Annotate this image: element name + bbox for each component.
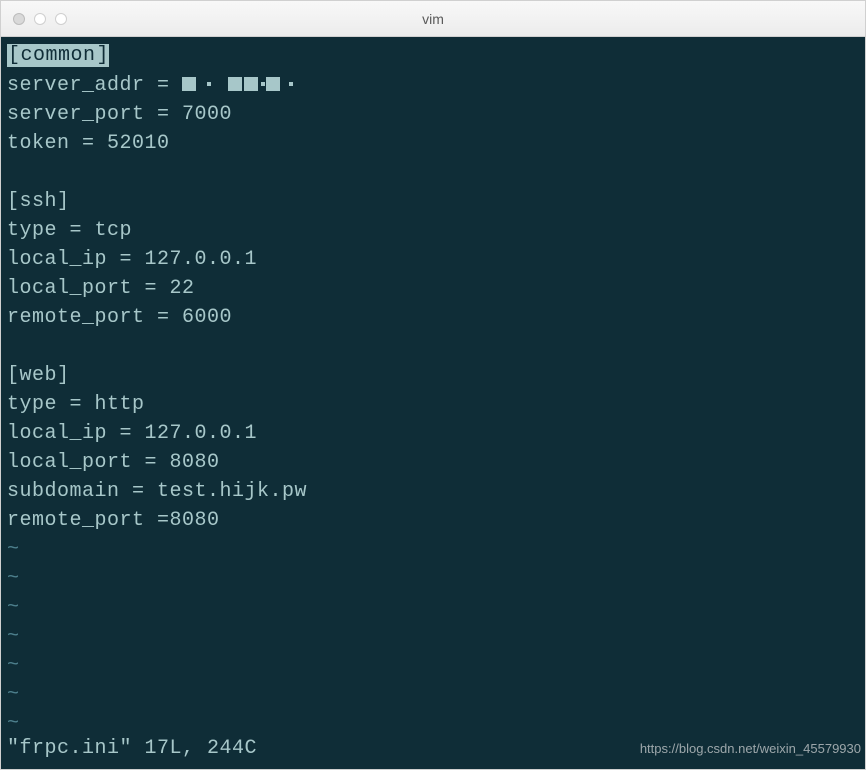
config-line: local_ip = 127.0.0.1 <box>7 245 859 274</box>
config-line: local_ip = 127.0.0.1 <box>7 419 859 448</box>
status-filename: "frpc.ini" 17L, 244C <box>7 734 257 763</box>
server-addr-key: server_addr = <box>7 74 182 97</box>
terminal-content[interactable]: [common] server_addr = server_port = 700… <box>1 37 865 769</box>
empty-line-tilde: ~ <box>7 593 859 622</box>
config-line: server_port = 7000 <box>7 100 859 129</box>
empty-line-tilde: ~ <box>7 564 859 593</box>
config-line: subdomain = test.hijk.pw <box>7 477 859 506</box>
empty-line-tilde: ~ <box>7 680 859 709</box>
config-line: type = tcp <box>7 216 859 245</box>
minimize-icon[interactable] <box>34 13 46 25</box>
config-line: local_port = 8080 <box>7 448 859 477</box>
section-common-label: [common <box>7 44 97 67</box>
obscured-ip <box>182 70 294 99</box>
cursor: ] <box>97 44 110 67</box>
titlebar[interactable]: vim <box>1 1 865 37</box>
watermark: https://blog.csdn.net/weixin_45579930 <box>640 734 861 763</box>
config-line: remote_port = 6000 <box>7 303 859 332</box>
empty-line-tilde: ~ <box>7 622 859 651</box>
blank-line <box>7 158 859 187</box>
section-header-common: [common] <box>7 41 859 70</box>
config-line: server_addr = <box>7 70 859 100</box>
empty-line-tilde: ~ <box>7 535 859 564</box>
config-line: local_port = 22 <box>7 274 859 303</box>
section-header-ssh: [ssh] <box>7 187 859 216</box>
window-title: vim <box>422 11 444 27</box>
blank-line <box>7 332 859 361</box>
config-line: remote_port =8080 <box>7 506 859 535</box>
maximize-icon[interactable] <box>55 13 67 25</box>
empty-line-tilde: ~ <box>7 651 859 680</box>
section-header-web: [web] <box>7 361 859 390</box>
config-line: type = http <box>7 390 859 419</box>
close-icon[interactable] <box>13 13 25 25</box>
traffic-lights <box>13 13 67 25</box>
terminal-window: vim [common] server_addr = server_port =… <box>0 0 866 770</box>
config-line: token = 52010 <box>7 129 859 158</box>
